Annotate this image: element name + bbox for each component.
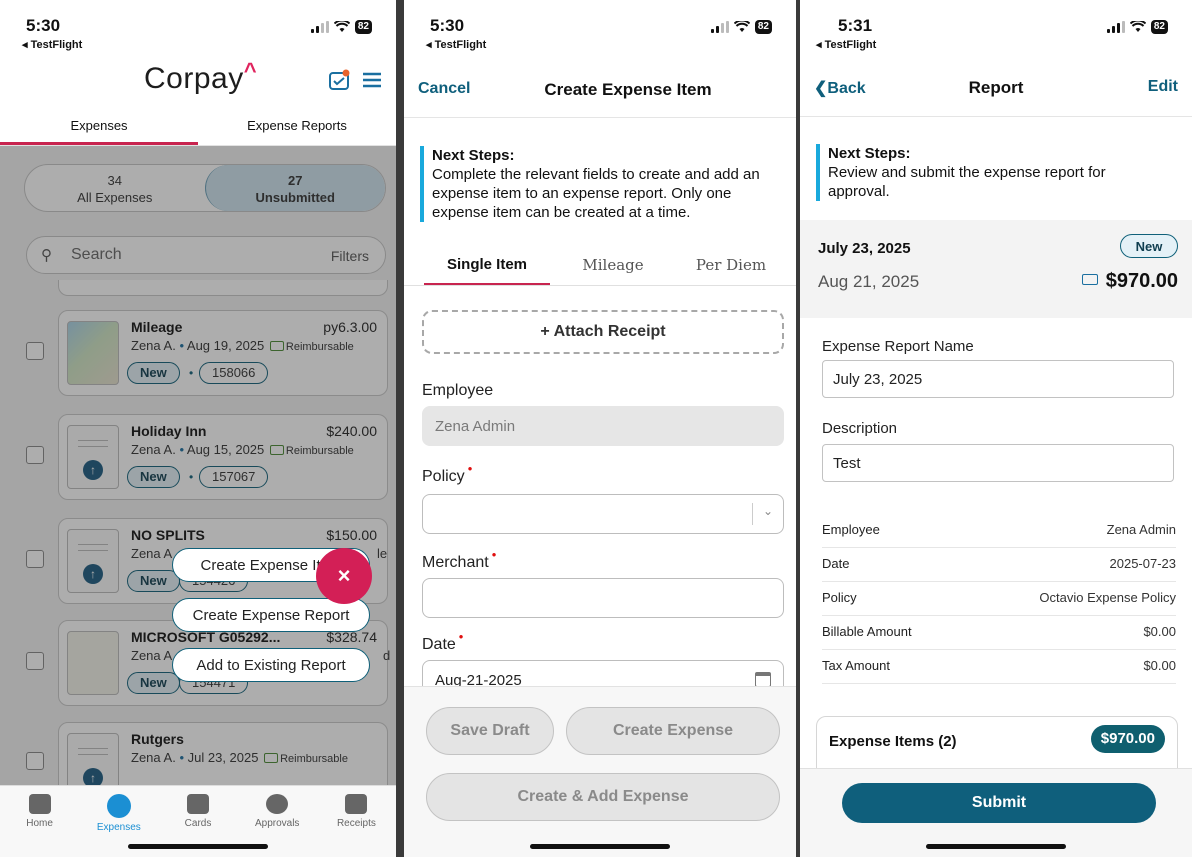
policy-label: Policy • <box>422 461 473 485</box>
battery-icon: 82 <box>354 20 372 34</box>
attach-receipt-button[interactable]: + Attach Receipt <box>422 310 784 354</box>
expense-items-label: Expense Items (2) <box>829 733 957 750</box>
item-type-tabs: Single Item Mileage Per Diem <box>404 244 796 286</box>
next-steps-title: Next Steps: <box>828 145 911 162</box>
testflight-back-link[interactable]: ◂ TestFlight <box>816 38 876 51</box>
testflight-back-link[interactable]: ◂ TestFlight <box>426 38 486 51</box>
cash-icon <box>1081 274 1098 285</box>
edit-button[interactable]: Edit <box>1148 78 1178 96</box>
menu-icon[interactable] <box>360 68 384 92</box>
detail-row: Date 2025-07-23 <box>822 548 1176 582</box>
status-time: 5:30 <box>430 16 465 35</box>
next-steps-callout: Next Steps: Review and submit the expens… <box>816 144 1156 201</box>
description-label: Description <box>822 420 898 437</box>
next-steps-body: Review and submit the expense report for… <box>828 164 1106 200</box>
description-field[interactable]: Test <box>822 444 1174 482</box>
detail-row: Policy Octavio Expense Policy <box>822 582 1176 616</box>
home-indicator <box>128 844 268 849</box>
nav-bar: Cancel Create Expense Item <box>404 58 796 118</box>
expenses-icon <box>106 794 131 818</box>
expenses-screen: 5:30 ◂ TestFlight 82 Corpay^ Expenses Ex… <box>0 0 396 857</box>
date-label: Date • <box>422 629 464 653</box>
close-fab-button[interactable]: × <box>316 548 372 604</box>
policy-select[interactable]: ⌄ <box>422 494 784 534</box>
page-title: Report <box>968 78 1024 97</box>
create-expense-button[interactable]: Create Expense <box>566 707 780 755</box>
inbox-icon[interactable] <box>327 68 351 92</box>
wifi-icon <box>333 21 350 32</box>
status-badge: New <box>1120 234 1178 258</box>
signal-icon <box>1106 21 1125 33</box>
submit-button[interactable]: Submit <box>842 783 1156 823</box>
receipt-icon <box>345 794 368 814</box>
next-steps-title: Next Steps: <box>432 147 515 164</box>
tab-per-diem[interactable]: Per Diem <box>676 244 786 285</box>
testflight-back-link[interactable]: ◂ TestFlight <box>22 38 82 51</box>
tab-mileage[interactable]: Mileage <box>550 244 676 285</box>
status-bar: 5:30 ◂ TestFlight 82 <box>404 0 796 58</box>
report-name-field[interactable]: July 23, 2025 <box>822 360 1174 398</box>
chevron-down-icon: ⌄ <box>762 504 773 518</box>
menu-backdrop[interactable] <box>0 146 396 785</box>
check-icon <box>266 794 289 814</box>
report-summary: July 23, 2025 Aug 21, 2025 New $970.00 <box>800 220 1192 318</box>
battery-icon: 82 <box>754 20 772 34</box>
card-icon <box>187 794 209 814</box>
detail-row: Tax Amount $0.00 <box>822 650 1176 684</box>
status-bar: 5:30 ◂ TestFlight 82 <box>0 0 396 58</box>
tab-home[interactable]: Home <box>0 786 79 857</box>
calendar-icon <box>755 672 771 687</box>
signal-icon <box>710 21 729 33</box>
status-icons: 82 <box>710 20 772 34</box>
report-name-label: Expense Report Name <box>822 338 974 355</box>
corpay-logo: Corpay^ <box>144 58 258 95</box>
nav-bar: ❮Back Report Edit <box>800 58 1192 118</box>
status-time: 5:30 <box>26 16 61 35</box>
next-steps-body: Complete the relevant fields to create a… <box>432 166 760 221</box>
expense-tabs: Expenses Expense Reports <box>0 108 396 146</box>
add-to-existing-report-menu-item[interactable]: Add to Existing Report <box>172 648 370 682</box>
tab-expense-reports[interactable]: Expense Reports <box>198 108 396 145</box>
tab-expenses[interactable]: Expenses <box>0 108 198 145</box>
tab-single-item[interactable]: Single Item <box>424 244 550 285</box>
merchant-field[interactable] <box>422 578 784 618</box>
status-time: 5:31 <box>838 16 873 35</box>
battery-icon: 82 <box>1150 20 1168 34</box>
next-steps-callout: Next Steps: Complete the relevant fields… <box>420 146 780 222</box>
wifi-icon <box>1129 21 1146 32</box>
status-icons: 82 <box>310 20 372 34</box>
report-created-date: Aug 21, 2025 <box>818 272 920 291</box>
save-draft-button[interactable]: Save Draft <box>426 707 554 755</box>
detail-row: Billable Amount $0.00 <box>822 616 1176 650</box>
home-icon <box>28 794 51 814</box>
employee-field: Zena Admin <box>422 406 784 446</box>
report-screen: 5:31 ◂ TestFlight 82 ❮Back Report Edit N… <box>800 0 1192 857</box>
employee-label: Employee <box>422 382 494 399</box>
page-title: Create Expense Item <box>544 80 712 99</box>
status-icons: 82 <box>1106 20 1168 34</box>
report-total: $970.00 <box>1081 270 1178 293</box>
status-bar: 5:31 ◂ TestFlight 82 <box>800 0 1192 58</box>
expense-items-total: $970.00 <box>1090 725 1165 753</box>
wifi-icon <box>733 21 750 32</box>
home-indicator <box>530 844 670 849</box>
screenshot-canvas: 5:30 ◂ TestFlight 82 Corpay^ Expenses Ex… <box>0 0 1192 857</box>
detail-row: Employee Zena Admin <box>822 514 1176 548</box>
create-expense-item-screen: 5:30 ◂ TestFlight 82 Cancel Create Expen… <box>404 0 796 857</box>
home-indicator <box>926 844 1066 849</box>
merchant-label: Merchant • <box>422 547 497 571</box>
tab-receipts[interactable]: Receipts <box>317 786 396 857</box>
app-header: Corpay^ <box>0 58 396 108</box>
create-and-add-expense-button[interactable]: Create & Add Expense <box>426 773 780 821</box>
report-date: July 23, 2025 <box>818 240 911 257</box>
signal-icon <box>310 21 329 33</box>
action-bar: Save Draft Create Expense Create & Add E… <box>404 686 796 857</box>
